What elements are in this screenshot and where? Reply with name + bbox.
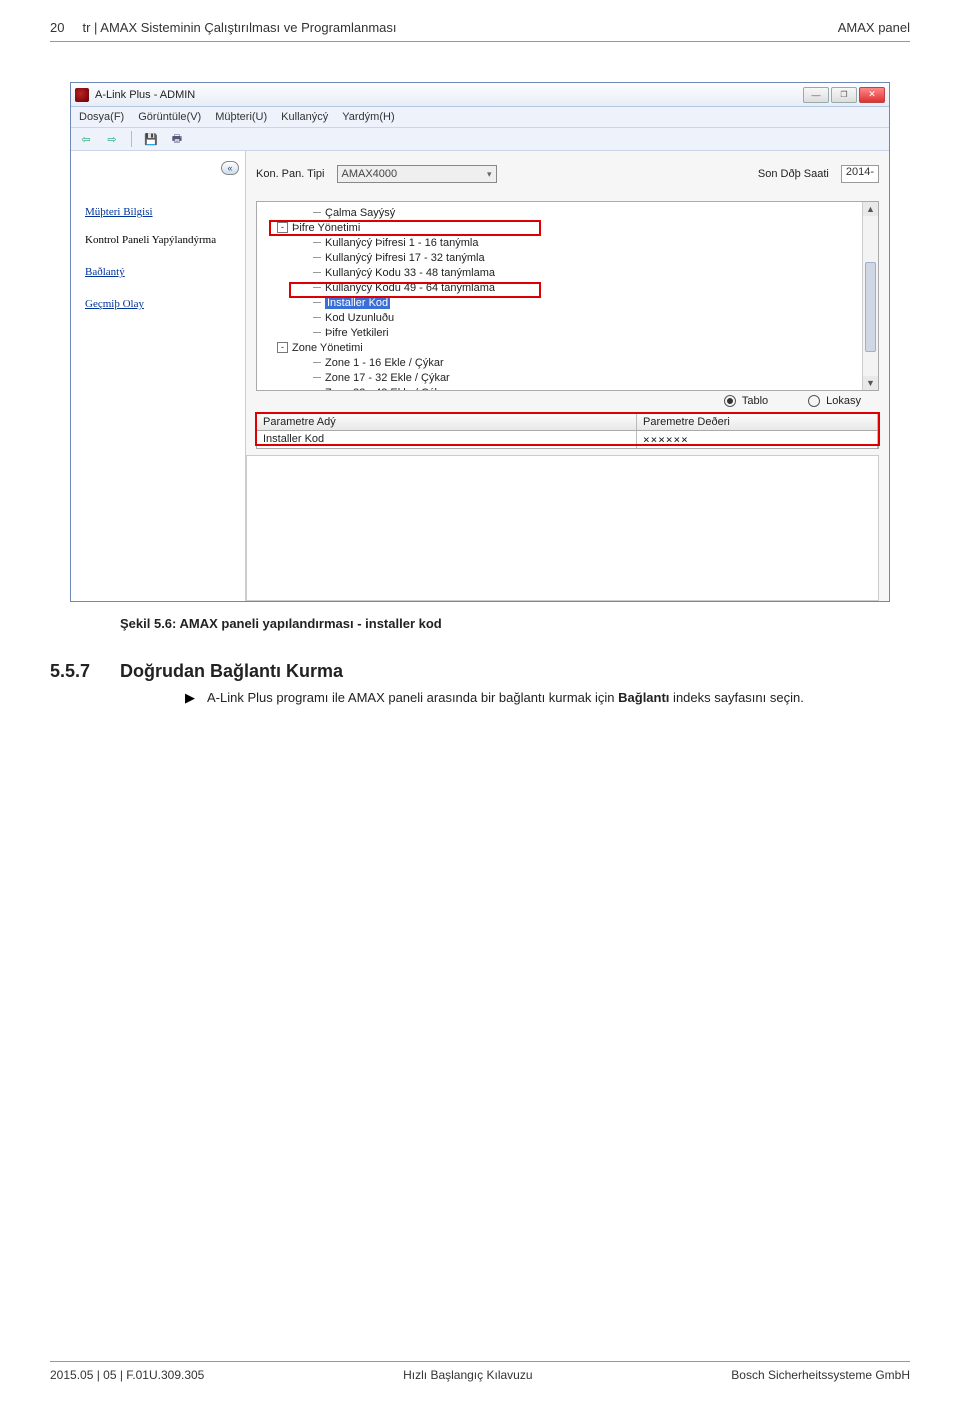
- nav-history[interactable]: Geçmiþ Olay: [71, 293, 245, 315]
- tree-panel: Çalma Sayýsý -Þifre Yönetimi Kullanýcý Þ…: [256, 201, 879, 391]
- last-date-label: Son Dðþ Saati: [758, 168, 829, 180]
- tree-scrollbar[interactable]: ▲ ▼: [862, 202, 878, 390]
- back-icon[interactable]: ⇦: [77, 131, 95, 147]
- menu-user[interactable]: Kullanýcý: [281, 111, 328, 123]
- footer-left: 2015.05 | 05 | F.01U.309.305: [50, 1368, 204, 1382]
- page-footer: 2015.05 | 05 | F.01U.309.305 Hızlı Başla…: [50, 1361, 910, 1382]
- menu-help[interactable]: Yardým(H): [342, 111, 394, 123]
- restore-button[interactable]: ❐: [831, 87, 857, 103]
- scroll-thumb[interactable]: [865, 262, 876, 352]
- panel-type-label: Kon. Pan. Tipi: [256, 168, 325, 180]
- tree-node-password-mgmt[interactable]: -Þifre Yönetimi: [277, 221, 874, 236]
- radio-location[interactable]: Lokasy: [808, 395, 861, 407]
- radio-table[interactable]: Tablo: [724, 395, 768, 407]
- app-icon: [75, 88, 89, 102]
- tree-node-zone-17-32[interactable]: Zone 17 - 32 Ekle / Çýkar: [313, 371, 874, 386]
- radio-location-icon: [808, 395, 820, 407]
- section: 5.5.7 Doğrudan Bağlantı Kurma ▶ A-Link P…: [50, 661, 910, 706]
- right-content: Kon. Pan. Tipi AMAX4000 Son Dðþ Saati 20…: [246, 151, 889, 601]
- list-marker-icon: ▶: [185, 690, 207, 706]
- tree-node-user-pw-1-16[interactable]: Kullanýcý Þifresi 1 - 16 tanýmla: [313, 236, 874, 251]
- view-mode-radios: Tablo Lokasy: [246, 391, 879, 411]
- forward-icon[interactable]: ⇨: [103, 131, 121, 147]
- top-fields-row: Kon. Pan. Tipi AMAX4000 Son Dðþ Saati 20…: [246, 151, 889, 201]
- parameter-table-row[interactable]: Installer Kod ××××××: [256, 431, 879, 449]
- section-body-text: A-Link Plus programı ile AMAX paneli ara…: [207, 690, 804, 706]
- left-nav-panel: « Müþteri Bilgisi Kontrol Paneli Yapýlan…: [71, 151, 246, 601]
- header-rule: [50, 41, 910, 42]
- menu-view[interactable]: Görüntüle(V): [138, 111, 201, 123]
- footer-right: Bosch Sicherheitssysteme GmbH: [731, 1368, 910, 1382]
- close-button[interactable]: ✕: [859, 87, 885, 103]
- tree-node-user-code-49-64[interactable]: Kullanýcý Kodu 49 - 64 tanýmlama: [313, 281, 874, 296]
- radio-location-label: Lokasy: [826, 395, 861, 407]
- tree-node-code-length[interactable]: Kod Uzunluðu: [313, 311, 874, 326]
- tree-node-zone-mgmt[interactable]: -Zone Yönetimi: [277, 341, 874, 356]
- scroll-up-icon[interactable]: ▲: [863, 202, 878, 216]
- app-window: A-Link Plus - ADMIN — ❐ ✕ Dosya(F) Görün…: [70, 82, 890, 602]
- section-number: 5.5.7: [50, 661, 120, 682]
- client-area: « Müþteri Bilgisi Kontrol Paneli Yapýlan…: [71, 151, 889, 601]
- breadcrumb: tr | AMAX Sisteminin Çalıştırılması ve P…: [82, 20, 396, 35]
- print-icon[interactable]: 🖶: [168, 131, 186, 147]
- toolbar-divider: [131, 131, 132, 147]
- menu-customer[interactable]: Müþteri(U): [215, 111, 267, 123]
- tree-node-zone-33-48[interactable]: Zone 33 - 48 Ekle / Çýkar: [313, 386, 874, 391]
- menu-file[interactable]: Dosya(F): [79, 111, 124, 123]
- nav-connection[interactable]: Baðlantý: [71, 261, 245, 283]
- tree-node-user-code-33-48[interactable]: Kullanýcý Kodu 33 - 48 tanýmlama: [313, 266, 874, 281]
- tree-node-installer-code[interactable]: Installer Kod: [313, 296, 874, 311]
- tree-node-zone-1-16[interactable]: Zone 1 - 16 Ekle / Çýkar: [313, 356, 874, 371]
- titlebar: A-Link Plus - ADMIN — ❐ ✕: [71, 83, 889, 107]
- toolbar: ⇦ ⇨ 💾 🖶: [71, 128, 889, 151]
- save-icon[interactable]: 💾: [142, 131, 160, 147]
- last-date-field[interactable]: 2014-: [841, 165, 879, 183]
- tree-node-password-privileges[interactable]: Þifre Yetkileri: [313, 326, 874, 341]
- footer-center: Hızlı Başlangıç Kılavuzu: [403, 1368, 532, 1382]
- radio-table-label: Tablo: [742, 395, 768, 407]
- nav-customer-info[interactable]: Müþteri Bilgisi: [71, 201, 245, 223]
- header-right: AMAX panel: [838, 20, 910, 35]
- page-header: 20 tr | AMAX Sisteminin Çalıştırılması v…: [50, 20, 910, 35]
- radio-table-icon: [724, 395, 736, 407]
- parameter-table-header: Parametre Adý Paremetre Deðeri: [256, 413, 879, 431]
- figure-caption: Şekil 5.6: AMAX paneli yapılandırması - …: [120, 616, 910, 631]
- panel-type-dropdown[interactable]: AMAX4000: [337, 165, 497, 183]
- menubar: Dosya(F) Görüntüle(V) Müþteri(U) Kullaný…: [71, 107, 889, 128]
- window-title: A-Link Plus - ADMIN: [95, 89, 195, 101]
- page-number: 20: [50, 20, 64, 35]
- tree-node-separation-count[interactable]: Çalma Sayýsý: [313, 206, 874, 221]
- param-header-name: Parametre Adý: [257, 414, 637, 430]
- nav-control-panel-config[interactable]: Kontrol Paneli Yapýlandýrma: [71, 229, 245, 251]
- scroll-down-icon[interactable]: ▼: [863, 376, 878, 390]
- section-body: ▶ A-Link Plus programı ile AMAX paneli a…: [185, 690, 910, 706]
- minimize-button[interactable]: —: [803, 87, 829, 103]
- collapse-panel-icon[interactable]: «: [221, 161, 239, 175]
- window-buttons: — ❐ ✕: [803, 87, 885, 103]
- section-title: Doğrudan Bağlantı Kurma: [120, 661, 343, 682]
- param-row-name: Installer Kod: [257, 431, 637, 448]
- tree-node-user-pw-17-32[interactable]: Kullanýcý Þifresi 17 - 32 tanýmla: [313, 251, 874, 266]
- footer-rule: [50, 1361, 910, 1362]
- bottom-blank-area: [246, 455, 879, 601]
- parameter-table: Parametre Adý Paremetre Deðeri Installer…: [256, 413, 879, 449]
- config-tree: Çalma Sayýsý -Þifre Yönetimi Kullanýcý Þ…: [257, 202, 878, 391]
- param-row-value: ××××××: [637, 431, 878, 448]
- param-header-value: Paremetre Deðeri: [637, 414, 878, 430]
